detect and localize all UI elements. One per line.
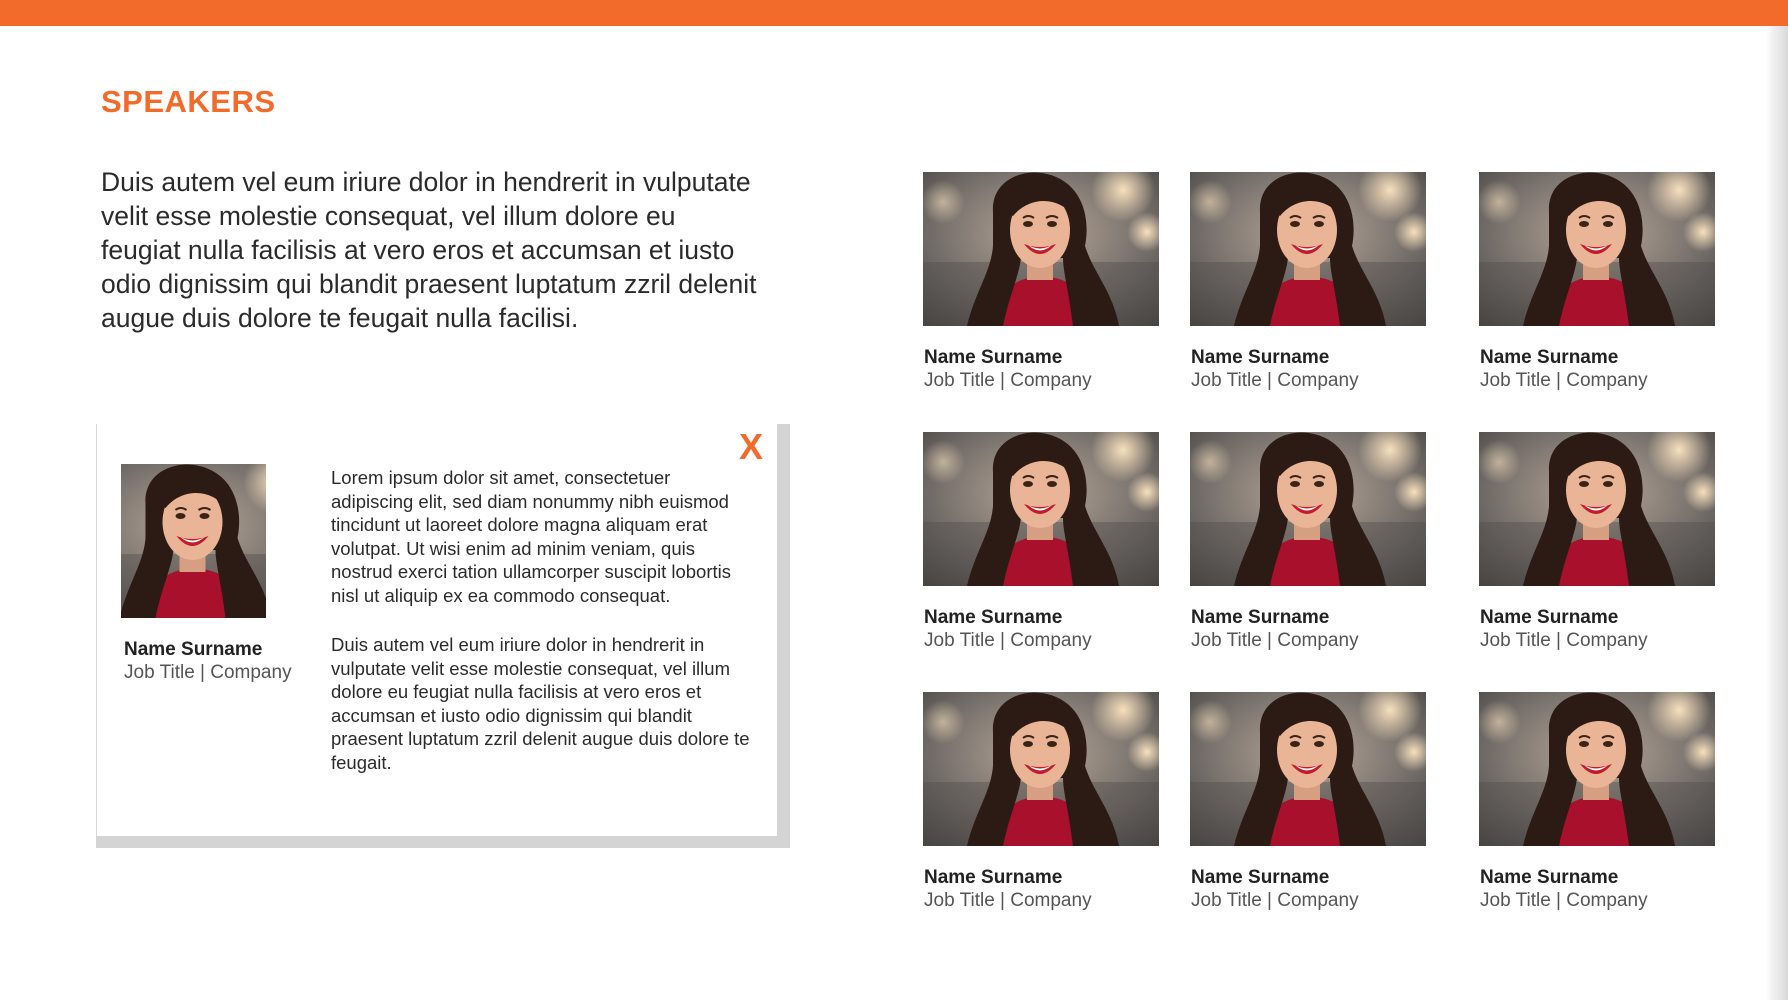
speaker-job-title: Job Title | Company — [1191, 370, 1359, 391]
speaker-job-title: Job Title | Company — [924, 890, 1092, 911]
speaker-name: Name Surname — [124, 639, 263, 660]
speaker-photo — [1190, 692, 1426, 846]
speaker-photo — [121, 464, 266, 618]
speaker-photo — [1479, 692, 1715, 846]
close-button[interactable]: X — [732, 425, 770, 469]
page-title: SPEAKERS — [101, 84, 276, 119]
speaker-name: Name Surname — [924, 347, 1063, 368]
card-shadow-bottom — [96, 836, 790, 848]
card-shadow-right — [777, 424, 790, 848]
speaker-job-title: Job Title | Company — [1191, 630, 1359, 651]
speaker-card[interactable]: Name Surname Job Title | Company — [1479, 692, 1715, 922]
speaker-job-title: Job Title | Company — [924, 630, 1092, 651]
speaker-name: Name Surname — [1480, 347, 1619, 368]
speaker-bio-paragraph: Lorem ipsum dolor sit amet, consectetuer… — [331, 467, 731, 606]
speaker-card[interactable]: Name Surname Job Title | Company — [923, 692, 1159, 922]
speaker-name: Name Surname — [924, 607, 1063, 628]
speaker-name: Name Surname — [1191, 347, 1330, 368]
speaker-job-title: Job Title | Company — [924, 370, 1092, 391]
speaker-card[interactable]: Name Surname Job Title | Company — [1190, 172, 1426, 402]
speaker-card[interactable]: Name Surname Job Title | Company — [923, 432, 1159, 662]
speaker-name: Name Surname — [1191, 607, 1330, 628]
top-accent-bar — [0, 0, 1788, 26]
speaker-name: Name Surname — [924, 867, 1063, 888]
speaker-photo — [923, 172, 1159, 326]
speaker-photo — [923, 692, 1159, 846]
speaker-bio: Lorem ipsum dolor sit amet, consectetuer… — [331, 466, 756, 800]
speaker-photo — [923, 432, 1159, 586]
speaker-bio-paragraph: Duis autem vel eum iriure dolor in hendr… — [331, 634, 750, 773]
speaker-name: Name Surname — [1191, 867, 1330, 888]
speaker-name: Name Surname — [1480, 607, 1619, 628]
speaker-photo — [1479, 172, 1715, 326]
speaker-job-title: Job Title | Company — [1191, 890, 1359, 911]
speaker-card[interactable]: Name Surname Job Title | Company — [1479, 172, 1715, 402]
speaker-job-title: Job Title | Company — [1480, 890, 1648, 911]
speaker-job-title: Job Title | Company — [1480, 370, 1648, 391]
speaker-job-title: Job Title | Company — [124, 662, 292, 683]
speaker-photo — [1190, 432, 1426, 586]
speaker-card[interactable]: Name Surname Job Title | Company — [1479, 432, 1715, 662]
speaker-card[interactable]: Name Surname Job Title | Company — [1190, 432, 1426, 662]
speaker-photo — [1479, 432, 1715, 586]
speaker-job-title: Job Title | Company — [1480, 630, 1648, 651]
speaker-card[interactable]: Name Surname Job Title | Company — [923, 172, 1159, 402]
speaker-name: Name Surname — [1480, 867, 1619, 888]
speaker-card[interactable]: Name Surname Job Title | Company — [1190, 692, 1426, 922]
window-edge — [1766, 26, 1788, 1000]
speaker-photo — [1190, 172, 1426, 326]
intro-paragraph: Duis autem vel eum iriure dolor in hendr… — [101, 167, 757, 333]
